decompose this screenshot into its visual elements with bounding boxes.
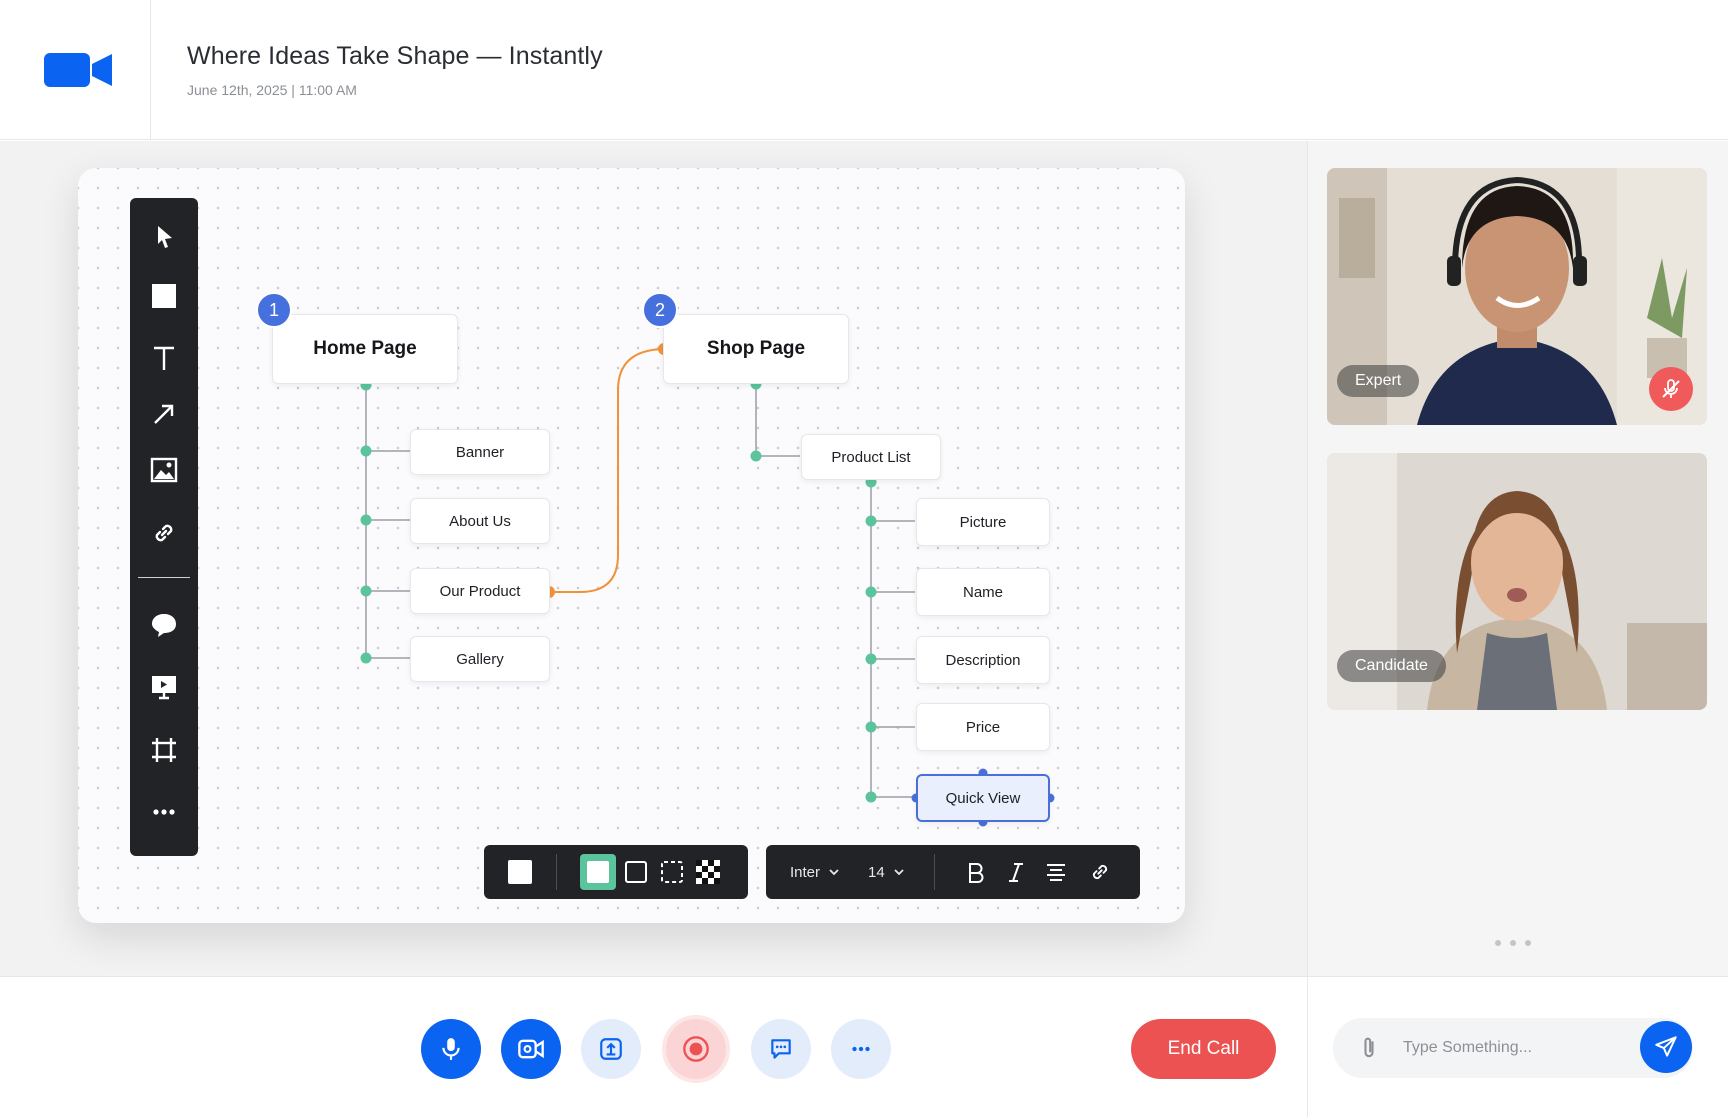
align-icon bbox=[1047, 864, 1065, 881]
video-tile-candidate[interactable]: Candidate bbox=[1327, 453, 1707, 710]
meeting-title: Where Ideas Take Shape — Instantly bbox=[187, 42, 603, 70]
more-icon bbox=[852, 1046, 870, 1052]
share-screen-icon bbox=[600, 1038, 622, 1060]
chevron-down-icon bbox=[829, 869, 839, 876]
font-size-value: 14 bbox=[868, 863, 885, 881]
image-tool[interactable] bbox=[130, 448, 198, 492]
link-icon bbox=[1092, 864, 1108, 880]
send-message-button[interactable] bbox=[1640, 1021, 1692, 1073]
fill-swatch-icon bbox=[508, 860, 532, 884]
font-size-select[interactable]: 14 bbox=[868, 845, 905, 899]
mic-button[interactable] bbox=[421, 1019, 481, 1079]
node-picture[interactable]: Picture bbox=[916, 498, 1050, 546]
send-icon bbox=[1655, 1036, 1677, 1057]
node-home-page[interactable]: Home Page bbox=[272, 314, 458, 384]
arrow-tool[interactable] bbox=[130, 392, 198, 436]
italic-button[interactable] bbox=[1002, 858, 1030, 886]
chat-button[interactable] bbox=[751, 1019, 811, 1079]
more-icon bbox=[153, 809, 175, 815]
frame-icon bbox=[152, 738, 176, 762]
header: Where Ideas Take Shape — Instantly June … bbox=[0, 0, 1728, 140]
pointer-tool[interactable] bbox=[130, 215, 198, 259]
fill-solid-option[interactable] bbox=[580, 854, 616, 890]
more-tools[interactable] bbox=[130, 790, 198, 834]
solid-fill-icon bbox=[587, 861, 609, 883]
share-screen-button[interactable] bbox=[581, 1019, 641, 1079]
node-banner[interactable]: Banner bbox=[410, 429, 550, 475]
node-quick-view[interactable]: Quick View bbox=[916, 774, 1050, 822]
chat-input-container bbox=[1333, 1018, 1693, 1078]
chat-message-input[interactable] bbox=[1403, 1034, 1613, 1062]
paperclip-icon[interactable] bbox=[1355, 1034, 1383, 1062]
video-camera-icon bbox=[44, 53, 112, 87]
node-shop-page[interactable]: Shop Page bbox=[663, 314, 849, 384]
badge-1: 1 bbox=[256, 292, 292, 328]
badge-2: 2 bbox=[642, 292, 678, 328]
node-name[interactable]: Name bbox=[916, 568, 1050, 616]
arrow-icon bbox=[154, 404, 174, 424]
font-family-value: Inter bbox=[790, 863, 821, 881]
present-tool[interactable] bbox=[130, 665, 198, 709]
rectangle-tool[interactable] bbox=[130, 274, 198, 318]
fill-outline-option[interactable] bbox=[622, 858, 650, 886]
link-icon bbox=[155, 524, 173, 542]
mic-off-icon bbox=[1662, 379, 1680, 398]
fill-dashed-option[interactable] bbox=[658, 858, 686, 886]
dashed-fill-icon bbox=[661, 861, 683, 883]
image-icon bbox=[150, 457, 178, 483]
node-about-us[interactable]: About Us bbox=[410, 498, 550, 544]
toolbar-divider bbox=[138, 577, 190, 578]
fill-color-button[interactable] bbox=[506, 858, 534, 886]
participant-label-expert: Expert bbox=[1337, 365, 1420, 397]
meeting-datetime: June 12th, 2025 | 11:00 AM bbox=[187, 82, 357, 98]
bold-icon bbox=[969, 863, 984, 883]
muted-indicator[interactable] bbox=[1649, 367, 1693, 411]
rectangle-icon bbox=[152, 284, 176, 308]
link-tool[interactable] bbox=[130, 511, 198, 555]
logo-area bbox=[0, 0, 151, 140]
call-controls-bar bbox=[0, 976, 1307, 1117]
align-button[interactable] bbox=[1042, 858, 1070, 886]
mic-icon bbox=[442, 1038, 460, 1060]
frame-tool[interactable] bbox=[130, 728, 198, 772]
drawing-toolbar bbox=[130, 198, 198, 856]
present-icon bbox=[152, 676, 176, 700]
more-options-button[interactable] bbox=[831, 1019, 891, 1079]
text-icon bbox=[154, 346, 174, 370]
participant-label-candidate: Candidate bbox=[1337, 650, 1446, 682]
camera-button[interactable] bbox=[501, 1019, 561, 1079]
bold-button[interactable] bbox=[962, 858, 990, 886]
font-family-select[interactable]: Inter bbox=[790, 845, 840, 899]
video-tile-expert[interactable]: Expert bbox=[1327, 168, 1707, 425]
node-price[interactable]: Price bbox=[916, 703, 1050, 751]
end-call-button[interactable]: End Call bbox=[1131, 1019, 1276, 1079]
record-icon bbox=[683, 1036, 709, 1062]
italic-icon bbox=[1009, 863, 1023, 882]
comment-icon bbox=[152, 614, 176, 637]
chat-icon bbox=[771, 1039, 791, 1059]
fill-toolbar bbox=[484, 845, 748, 899]
text-tool[interactable] bbox=[130, 336, 198, 380]
text-link-button[interactable] bbox=[1086, 858, 1114, 886]
checkerboard-icon bbox=[696, 860, 720, 884]
pagination-dots[interactable] bbox=[1495, 940, 1531, 946]
record-button[interactable] bbox=[666, 1019, 726, 1079]
node-product-list[interactable]: Product List bbox=[801, 434, 941, 480]
comment-tool[interactable] bbox=[130, 603, 198, 647]
fill-transparent-option[interactable] bbox=[694, 858, 722, 886]
node-gallery[interactable]: Gallery bbox=[410, 636, 550, 682]
fill-divider bbox=[556, 854, 557, 890]
pointer-icon bbox=[158, 226, 172, 248]
node-description[interactable]: Description bbox=[916, 636, 1050, 684]
format-divider bbox=[934, 854, 935, 890]
text-format-toolbar: Inter 14 bbox=[766, 845, 1140, 899]
outline-fill-icon bbox=[625, 861, 647, 883]
camera-icon bbox=[518, 1039, 544, 1059]
chevron-down-icon bbox=[894, 869, 904, 876]
node-our-product[interactable]: Our Product bbox=[410, 568, 550, 614]
